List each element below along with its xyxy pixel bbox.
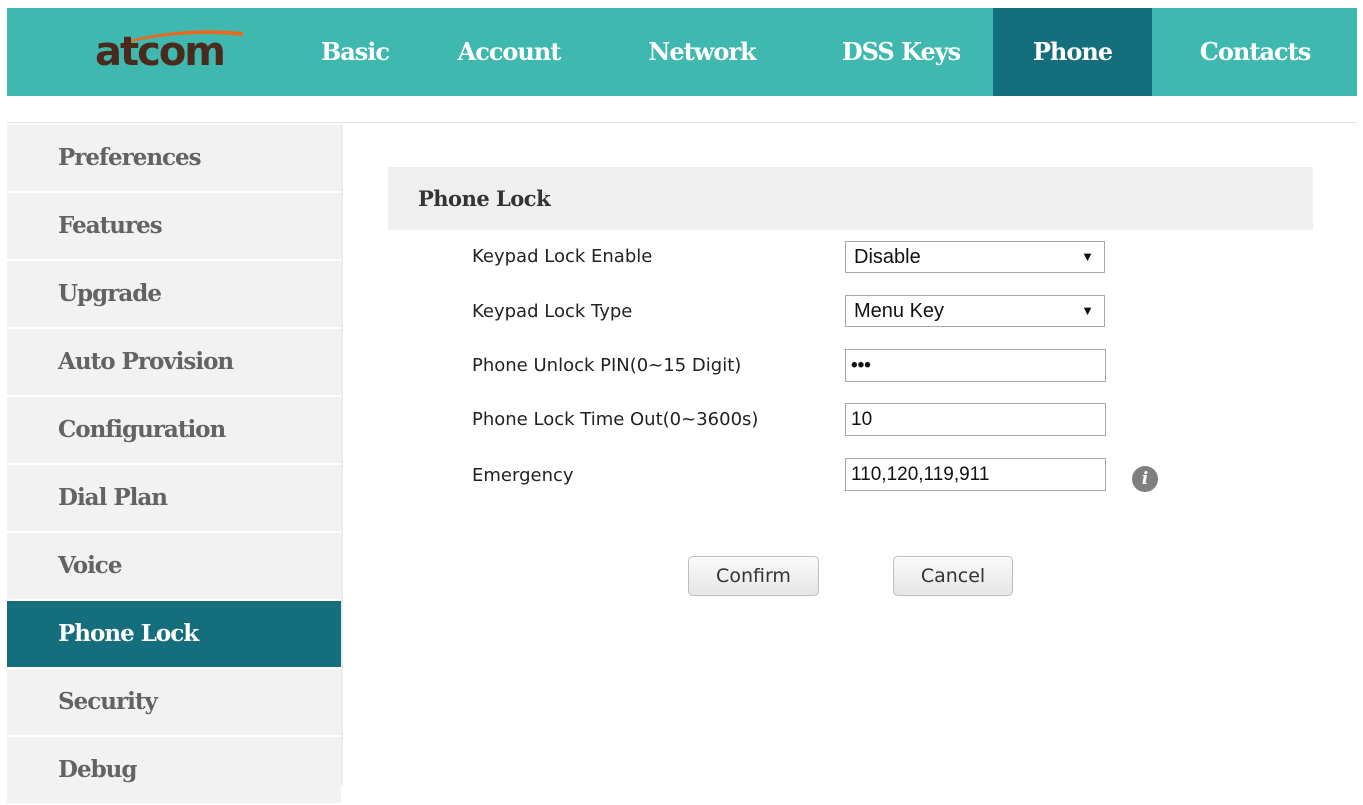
brand-logo[interactable]: atcom (95, 30, 226, 74)
confirm-button[interactable]: Confirm (688, 556, 819, 596)
section-header: Phone Lock (388, 167, 1313, 230)
sidebar-item-features[interactable]: Features (7, 193, 341, 259)
dropdown-arrow-icon: ▼ (1081, 249, 1094, 264)
sidebar-item-configuration[interactable]: Configuration (7, 397, 341, 463)
sidebar: Preferences Features Upgrade Auto Provis… (7, 125, 341, 805)
keypad-lock-enable-value: Disable (854, 246, 921, 268)
unlock-pin-label: Phone Unlock PIN(0~15 Digit) (472, 355, 742, 376)
keypad-lock-type-value: Menu Key (854, 300, 945, 322)
section-title: Phone Lock (418, 186, 551, 211)
sidebar-divider (341, 125, 343, 785)
tab-contacts[interactable]: Contacts (1167, 8, 1343, 96)
dropdown-arrow-icon: ▼ (1081, 303, 1094, 318)
tab-account[interactable]: Account (447, 8, 571, 96)
keypad-lock-enable-label: Keypad Lock Enable (472, 246, 653, 267)
sidebar-item-upgrade[interactable]: Upgrade (7, 261, 341, 327)
sidebar-item-auto-provision[interactable]: Auto Provision (7, 329, 341, 395)
sidebar-item-preferences[interactable]: Preferences (7, 125, 341, 191)
tab-basic[interactable]: Basic (299, 8, 411, 96)
sidebar-item-phone-lock[interactable]: Phone Lock (7, 601, 341, 667)
lock-timeout-input[interactable]: 10 (845, 403, 1106, 436)
emergency-input[interactable]: 110,120,119,911 (845, 458, 1106, 491)
tab-phone[interactable]: Phone (993, 8, 1152, 96)
keypad-lock-enable-select[interactable]: Disable ▼ (845, 241, 1105, 273)
keypad-lock-type-label: Keypad Lock Type (472, 301, 633, 322)
sidebar-item-security[interactable]: Security (7, 669, 341, 735)
tab-dss-keys[interactable]: DSS Keys (817, 8, 985, 96)
lock-timeout-label: Phone Lock Time Out(0~3600s) (472, 409, 759, 430)
emergency-label: Emergency (472, 465, 574, 486)
sidebar-item-dial-plan[interactable]: Dial Plan (7, 465, 341, 531)
header-divider (7, 122, 1357, 123)
tab-network[interactable]: Network (627, 8, 777, 96)
top-navigation-bar: atcom Basic Account Network DSS Keys Pho… (7, 8, 1357, 96)
cancel-button[interactable]: Cancel (893, 556, 1013, 596)
sidebar-item-voice[interactable]: Voice (7, 533, 341, 599)
info-icon[interactable]: i (1132, 466, 1158, 492)
sidebar-item-debug[interactable]: Debug (7, 737, 341, 803)
keypad-lock-type-select[interactable]: Menu Key ▼ (845, 295, 1105, 327)
unlock-pin-input[interactable]: ••• (845, 349, 1106, 382)
